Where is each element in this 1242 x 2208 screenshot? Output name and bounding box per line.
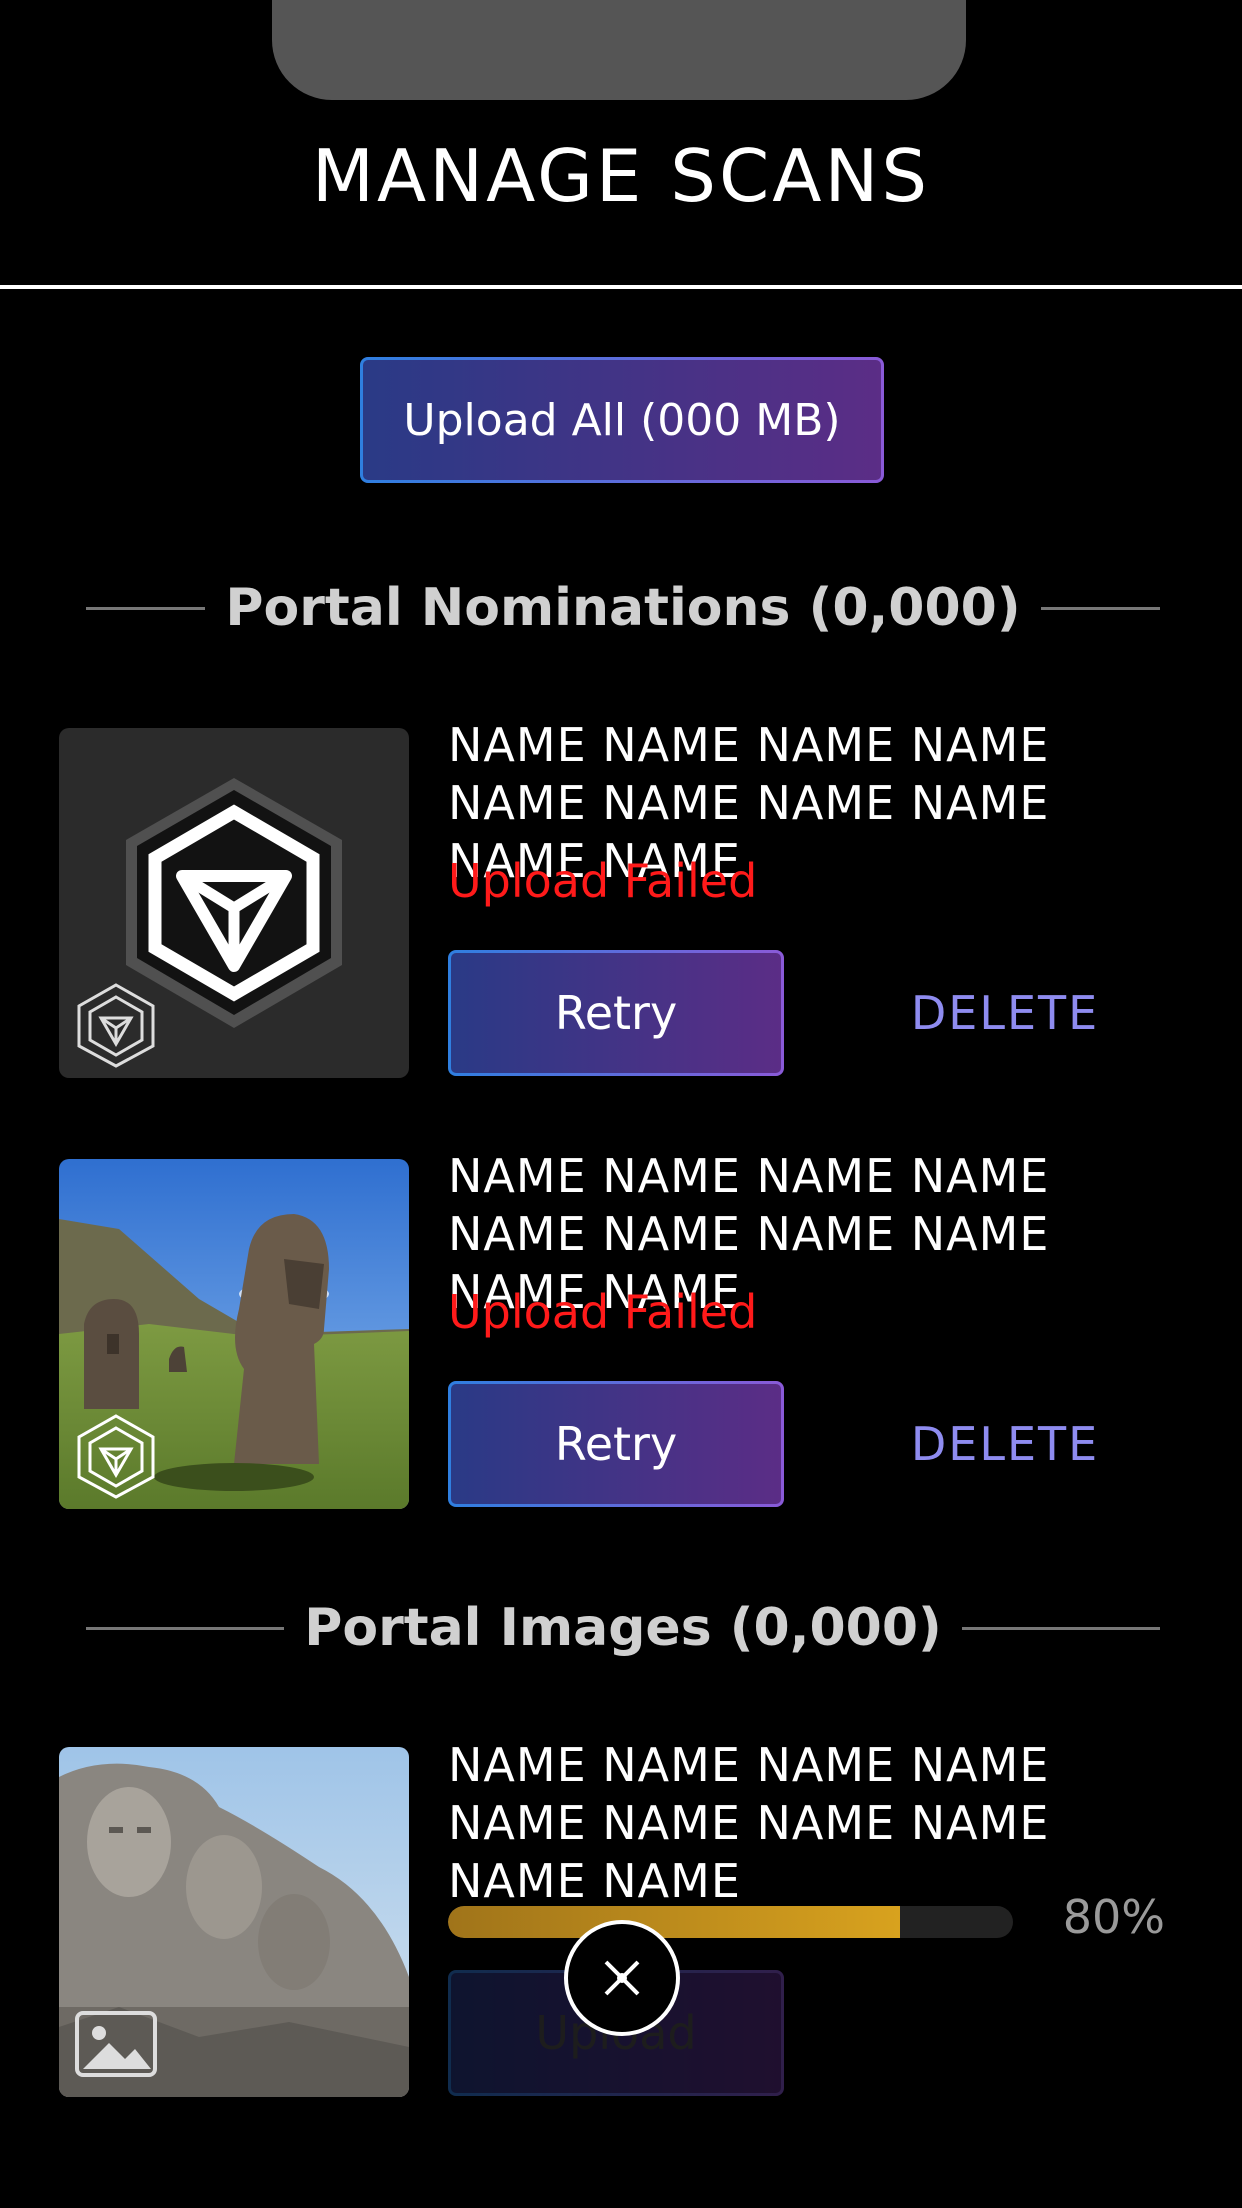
nominations-section-header: Portal Nominations (0,000) (86, 578, 1160, 638)
divider (1040, 606, 1160, 610)
image-name: NAME NAME NAME NAME NAME NAME NAME NAME … (448, 1738, 1050, 1908)
upload-all-button[interactable]: Upload All (000 MB) (360, 357, 884, 483)
divider (961, 1626, 1161, 1630)
cancel-upload-button[interactable] (564, 1920, 680, 2036)
retry-button[interactable]: Retry (448, 950, 784, 1076)
device-notch (272, 0, 966, 100)
retry-button[interactable]: Retry (448, 1381, 784, 1507)
ingress-badge-icon (77, 1414, 155, 1499)
divider (86, 606, 206, 610)
page-title: MANAGE SCANS (311, 134, 931, 218)
nomination-thumbnail[interactable] (59, 728, 409, 1078)
delete-button[interactable]: DELETE (880, 950, 1130, 1076)
images-section-label: Portal Images (0,000) (304, 1598, 942, 1658)
divider (86, 1626, 285, 1630)
upload-status: Upload Failed (448, 854, 758, 908)
close-icon (604, 1960, 640, 1996)
delete-button[interactable]: DELETE (880, 1381, 1130, 1507)
image-thumbnail[interactable] (59, 1747, 409, 2097)
upload-progress-bar (448, 1906, 1013, 1938)
image-icon (75, 2011, 157, 2077)
nominations-section-label: Portal Nominations (0,000) (225, 578, 1021, 638)
upload-progress-fill (448, 1906, 900, 1938)
ingress-badge-icon (77, 983, 155, 1068)
title-divider (0, 285, 1242, 289)
upload-status: Upload Failed (448, 1285, 758, 1339)
upload-progress-percent: 80% (1062, 1890, 1165, 1944)
nomination-thumbnail[interactable] (59, 1159, 409, 1509)
images-section-header: Portal Images (0,000) (86, 1598, 1161, 1658)
